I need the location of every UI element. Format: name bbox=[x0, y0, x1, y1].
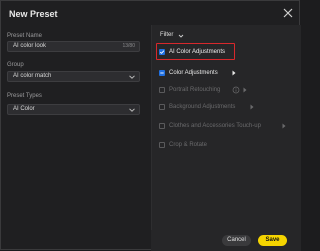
filter-dropdown-label[interactable]: Filter bbox=[160, 32, 173, 38]
new-preset-dialog: New Preset Preset Name AI color look 13/… bbox=[0, 0, 301, 251]
chevron-down-icon bbox=[129, 108, 135, 112]
expand-arrow-icon[interactable] bbox=[231, 69, 237, 77]
option-color-adjustments[interactable]: Color Adjustments bbox=[159, 68, 239, 78]
option-crop-rotate: Crop & Rotate bbox=[159, 140, 219, 150]
option-label: AI Color Adjustments bbox=[169, 49, 226, 55]
checkbox-disabled bbox=[159, 104, 165, 110]
preset-name-char-count: 13/80 bbox=[122, 43, 135, 49]
option-label: Background Adjustments bbox=[169, 104, 236, 110]
group-select[interactable]: AI color match bbox=[7, 71, 140, 82]
checkbox-disabled bbox=[159, 142, 165, 148]
preset-name-input[interactable]: AI color look 13/80 bbox=[7, 41, 140, 52]
preset-name-value: AI color look bbox=[13, 43, 47, 49]
option-background-adjustments: Background Adjustments bbox=[159, 102, 259, 112]
checkbox-disabled bbox=[159, 123, 165, 129]
option-portrait-retouching: Portrait Retouching bbox=[159, 85, 249, 95]
preset-name-label: Preset Name bbox=[7, 33, 43, 39]
group-value: AI color match bbox=[13, 73, 52, 79]
option-label: Clothes and Accessories Touch-up bbox=[169, 123, 261, 129]
option-label: Color Adjustments bbox=[169, 70, 218, 76]
expand-arrow-icon bbox=[282, 123, 286, 129]
chevron-down-icon bbox=[129, 75, 135, 79]
preset-settings-panel bbox=[1, 25, 151, 251]
dialog-title: New Preset bbox=[9, 9, 58, 19]
expand-arrow-icon bbox=[243, 87, 247, 93]
option-label: Portrait Retouching bbox=[169, 87, 221, 93]
group-label: Group bbox=[7, 62, 24, 68]
close-icon[interactable] bbox=[282, 7, 294, 19]
option-clothes-accessories: Clothes and Accessories Touch-up bbox=[159, 121, 289, 131]
expand-arrow-icon bbox=[250, 104, 254, 110]
cancel-button[interactable]: Cancel bbox=[222, 235, 251, 246]
option-label: Crop & Rotate bbox=[169, 142, 208, 148]
checkbox-partial[interactable] bbox=[159, 70, 165, 76]
check-icon bbox=[159, 50, 165, 54]
save-button[interactable]: Save bbox=[258, 235, 287, 246]
checkbox-checked[interactable] bbox=[159, 49, 165, 55]
option-ai-color-adjustments[interactable]: AI Color Adjustments bbox=[159, 47, 234, 57]
minus-icon bbox=[160, 72, 164, 74]
checkbox-disabled bbox=[159, 87, 165, 93]
preset-types-select[interactable]: AI Color bbox=[7, 104, 140, 115]
preset-types-label: Preset Types bbox=[7, 93, 42, 99]
chevron-down-icon[interactable] bbox=[178, 33, 184, 39]
panel-divider bbox=[151, 25, 152, 230]
info-icon bbox=[232, 86, 240, 94]
preset-types-value: AI Color bbox=[13, 106, 35, 112]
